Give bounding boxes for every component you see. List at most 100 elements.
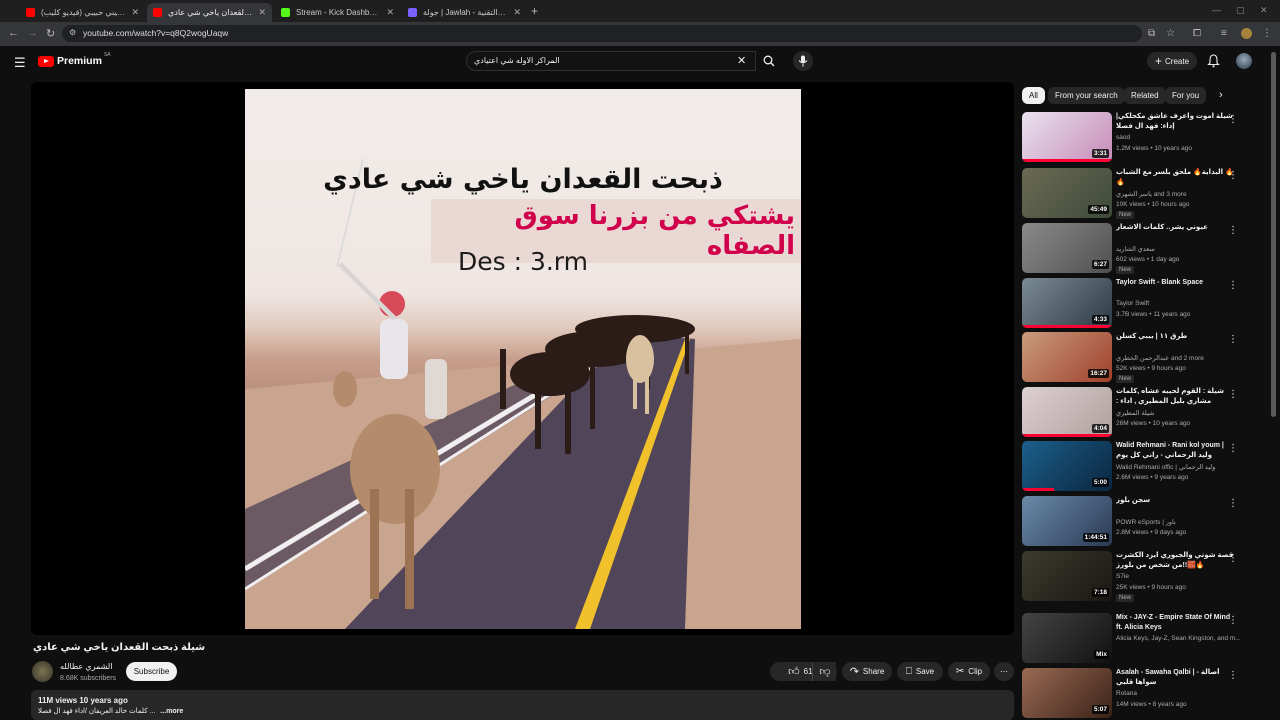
recommended-video-title[interactable]: قصة شوتي والجبوري ايزد الكشرت من شخص من … — [1116, 551, 1236, 571]
recommended-video[interactable]: 1:44:51 سجن بلوز POWR eSports | باور 2.8M v… — [1022, 496, 1264, 548]
more-actions-button[interactable]: ⋯ — [994, 662, 1014, 681]
recommended-video-title[interactable]: البداية🔥 ملحق بلسر مع الشباب 🔥🔥 — [1116, 168, 1236, 188]
hamburger-menu-icon[interactable]: ☰ — [14, 55, 26, 71]
forward-icon[interactable]: → — [27, 27, 38, 39]
video-options-icon[interactable]: ⋮ — [1228, 553, 1238, 564]
show-more-link[interactable]: ...more — [160, 708, 183, 715]
chevron-right-icon[interactable]: › — [1219, 89, 1223, 101]
recommended-channel-name[interactable]: Rotana — [1116, 690, 1241, 697]
recommended-video-title[interactable]: عيوني يشر.. كلمات الاشعار — [1116, 223, 1236, 233]
channel-name[interactable]: الشمري عطالله — [60, 662, 112, 671]
recommended-channel-name[interactable]: شيلة المطيري — [1116, 409, 1241, 417]
clip-button[interactable]: ✂ Clip — [948, 662, 990, 681]
browser-tab[interactable]: جولة | Jawlah - منصة الألعاب التقنية ✕ — [402, 3, 527, 22]
recommended-channel-name[interactable]: Alicia Keys, Jay-Z, Sean Kingston, and m… — [1116, 635, 1241, 642]
back-icon[interactable]: ← — [8, 27, 19, 39]
close-window-icon[interactable]: ✕ — [1260, 5, 1268, 16]
video-options-icon[interactable]: ⋮ — [1228, 114, 1238, 125]
video-player[interactable]: ذبحت القعدان ياخي شي عادي يشتكي من بزرنا… — [31, 82, 1014, 635]
create-button[interactable]: + Create — [1147, 52, 1197, 70]
channel-avatar[interactable] — [32, 661, 53, 682]
chip-from-your-search[interactable]: From your search — [1048, 87, 1125, 104]
minimize-icon[interactable]: — — [1212, 5, 1221, 15]
dislike-button[interactable]: 👎︎ — [812, 662, 837, 681]
recommended-channel-name[interactable]: Taylor Swift — [1116, 300, 1241, 307]
search-button[interactable] — [756, 51, 782, 71]
clear-search-icon[interactable]: ✕ — [737, 54, 746, 67]
video-thumbnail[interactable]: 6:27 — [1022, 223, 1112, 273]
close-tab-icon[interactable]: ✕ — [258, 7, 266, 18]
notifications-bell-icon[interactable] — [1207, 54, 1220, 68]
video-options-icon[interactable]: ⋮ — [1228, 280, 1238, 291]
video-options-icon[interactable]: ⋮ — [1228, 670, 1238, 681]
scrollbar[interactable] — [1271, 52, 1276, 417]
browser-tab[interactable]: ترنيمة صلاح - تجيني حبيبي (فيديو كليب) ✕ — [20, 3, 145, 22]
maximize-icon[interactable]: ▢ — [1236, 5, 1245, 16]
recommended-video-title[interactable]: Walid Rehmani - Rani kol youm | وليد الر… — [1116, 441, 1236, 461]
recommended-video[interactable]: 7:18 قصة شوتي والجبوري ايزد الكشرت من شخص… — [1022, 551, 1264, 603]
recommended-video[interactable]: 45:49 البداية🔥 ملحق بلسر مع الشباب 🔥🔥 ياسر… — [1022, 168, 1264, 220]
video-thumbnail[interactable]: 7:18 — [1022, 551, 1112, 601]
video-options-icon[interactable]: ⋮ — [1228, 170, 1238, 181]
recommended-video[interactable]: 5:07 Asalah - Sawaha Qalbi | أصالة - سواه… — [1022, 668, 1264, 720]
new-tab-icon[interactable]: + — [531, 4, 538, 18]
close-tab-icon[interactable]: ✕ — [513, 7, 521, 18]
site-info-icon[interactable]: ⚙ — [69, 28, 76, 37]
recommended-video[interactable]: 4:33 Taylor Swift - Blank Space Taylor Swi… — [1022, 278, 1264, 330]
subscribe-button[interactable]: Subscribe — [126, 662, 177, 681]
url-text[interactable]: youtube.com/watch?v=q8Q2wogUaqw — [83, 28, 228, 38]
chip-for-you[interactable]: For you — [1165, 87, 1207, 104]
recommended-channel-name[interactable]: ياسر الشهري and 3 more — [1116, 190, 1241, 198]
video-options-icon[interactable]: ⋮ — [1228, 443, 1238, 454]
recommended-video[interactable]: Mix Mix - JAY-Z - Empire State Of Mind ft… — [1022, 613, 1264, 665]
recommended-video-title[interactable]: Taylor Swift - Blank Space — [1116, 278, 1236, 288]
recommended-video-title[interactable]: Asalah - Sawaha Qalbi | أصالة - سواها قل… — [1116, 668, 1236, 688]
save-button[interactable]: ⎕ Save — [897, 662, 943, 681]
reload-icon[interactable]: ↻ — [46, 27, 55, 40]
recommended-channel-name[interactable]: Walid Rehmani offic | وليد الرحماني — [1116, 463, 1241, 471]
browser-tab[interactable]: Stream - Kick Dashboard ✕ — [275, 3, 400, 22]
close-tab-icon[interactable]: ✕ — [386, 7, 394, 18]
description-box[interactable] — [31, 690, 1014, 720]
voice-search-button[interactable] — [793, 51, 813, 71]
recommended-video-title[interactable]: Mix - JAY-Z - Empire State Of Mind ft. A… — [1116, 613, 1236, 633]
recommended-channel-name[interactable]: S7ie — [1116, 573, 1241, 580]
recommended-channel-name[interactable]: POWR eSports | باور — [1116, 518, 1241, 526]
video-thumbnail[interactable]: 4:04 — [1022, 387, 1112, 437]
media-control-icon[interactable]: ≡ — [1221, 28, 1227, 39]
video-thumbnail[interactable]: 16:27 — [1022, 332, 1112, 382]
recommended-video[interactable]: 4:04 شيلة : القوم لحيبه عشاه ,كلمات مشاري… — [1022, 387, 1264, 439]
chip-all[interactable]: All — [1022, 87, 1045, 104]
extensions-icon[interactable]: ⧠ — [1193, 28, 1201, 39]
video-options-icon[interactable]: ⋮ — [1228, 334, 1238, 345]
recommended-video[interactable]: 16:27 طرق ١١ | بيبي كسلن عبدالرحمن الخطري … — [1022, 332, 1264, 384]
video-thumbnail[interactable]: Mix — [1022, 613, 1112, 663]
recommended-video-title[interactable]: طرق ١١ | بيبي كسلن — [1116, 332, 1236, 342]
video-thumbnail[interactable]: 4:33 — [1022, 278, 1112, 328]
video-options-icon[interactable]: ⋮ — [1228, 498, 1238, 509]
recommended-video[interactable]: 3:31 شيلة اموت واعرف عاشق مكحلكي| إداء: ف… — [1022, 112, 1264, 164]
browser-menu-icon[interactable]: ⋮ — [1262, 28, 1272, 39]
video-thumbnail[interactable]: 3:31 — [1022, 112, 1112, 162]
profile-avatar[interactable] — [1241, 28, 1252, 39]
recommended-channel-name[interactable]: saod — [1116, 134, 1241, 141]
recommended-channel-name[interactable]: عبدالرحمن الخطري and 2 more — [1116, 354, 1241, 362]
recommended-video[interactable]: 5:00 Walid Rehmani - Rani kol youm | وليد… — [1022, 441, 1264, 493]
video-thumbnail[interactable]: 5:00 — [1022, 441, 1112, 491]
install-icon[interactable]: ⧉ — [1148, 28, 1155, 39]
search-query[interactable]: المراكز الاوله شي اعتيادي — [474, 56, 560, 65]
account-avatar[interactable] — [1236, 53, 1252, 69]
recommended-video[interactable]: 6:27 عيوني يشر.. كلمات الاشعار سعدي الشاري… — [1022, 223, 1264, 275]
video-thumbnail[interactable]: 1:44:51 — [1022, 496, 1112, 546]
recommended-video-title[interactable]: سجن بلوز — [1116, 496, 1236, 506]
video-thumbnail[interactable]: 5:07 — [1022, 668, 1112, 718]
youtube-logo[interactable]: Premium SA — [38, 52, 111, 67]
video-options-icon[interactable]: ⋮ — [1228, 615, 1238, 626]
video-thumbnail[interactable]: 45:49 — [1022, 168, 1112, 218]
video-options-icon[interactable]: ⋮ — [1228, 389, 1238, 400]
recommended-channel-name[interactable]: سعدي الشاريد — [1116, 245, 1241, 253]
browser-tab-active[interactable]: شيلة ذبحت القعدان ياخي شي عادي ✕ — [147, 3, 272, 22]
video-options-icon[interactable]: ⋮ — [1228, 225, 1238, 236]
chip-related[interactable]: Related — [1124, 87, 1166, 104]
recommended-video-title[interactable]: شيلة اموت واعرف عاشق مكحلكي| إداء: فهد ا… — [1116, 112, 1236, 132]
